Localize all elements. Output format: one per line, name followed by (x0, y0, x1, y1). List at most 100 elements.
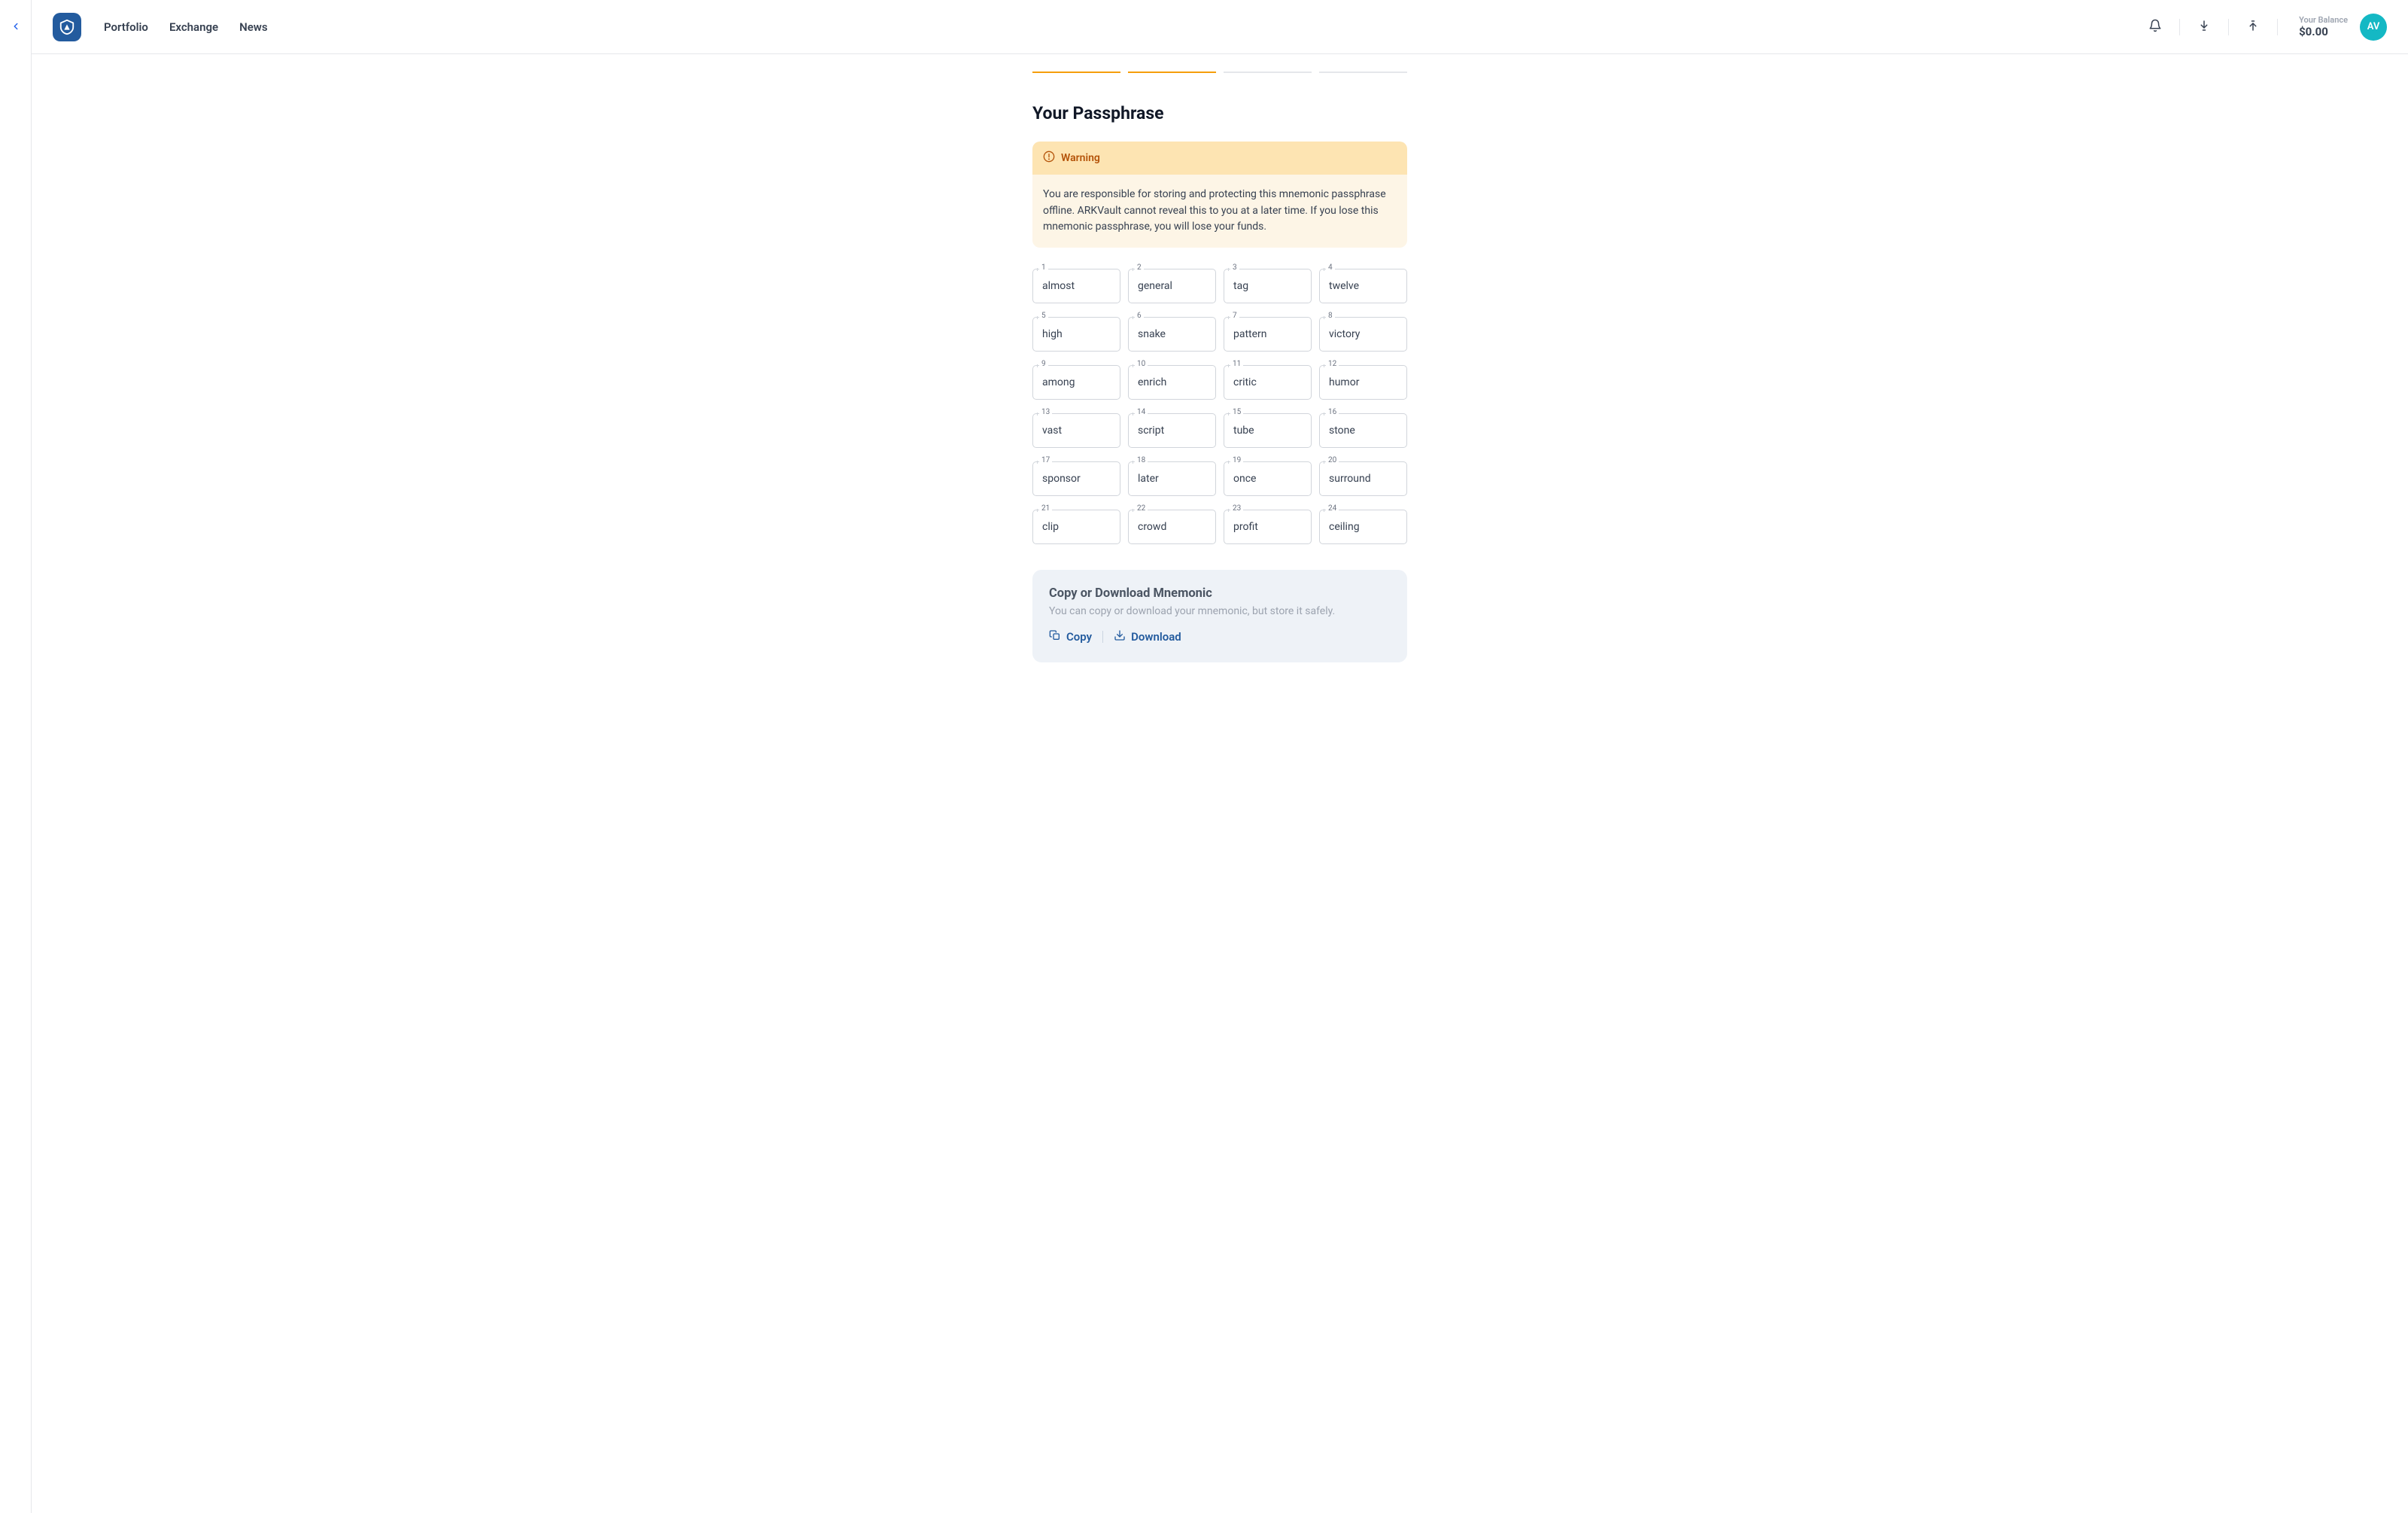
mnemonic-word-index: 20 (1326, 456, 1339, 464)
mnemonic-word-value: once (1224, 461, 1312, 496)
mnemonic-word-value: pattern (1224, 317, 1312, 352)
warning-box: Warning You are responsible for storing … (1032, 142, 1407, 248)
mnemonic-word-index: 16 (1326, 408, 1339, 416)
mnemonic-word-index: 14 (1135, 408, 1148, 416)
step-segment (1128, 72, 1216, 73)
send-button[interactable] (2239, 19, 2267, 35)
warning-label: Warning (1061, 152, 1100, 164)
copy-icon (1049, 629, 1061, 644)
arrow-down-icon (2197, 19, 2211, 35)
mnemonic-word: 3tag (1224, 269, 1312, 303)
mnemonic-word-value: twelve (1319, 269, 1407, 303)
mnemonic-word: 20surround (1319, 461, 1407, 496)
back-strip[interactable] (0, 0, 32, 1513)
mnemonic-word-value: victory (1319, 317, 1407, 352)
balance-label: Your Balance (2299, 15, 2348, 25)
mnemonic-word-value: script (1128, 413, 1216, 448)
mnemonic-word: 14script (1128, 413, 1216, 448)
header-right: Your Balance $0.00 AV (2142, 14, 2387, 41)
chevron-left-icon (11, 21, 21, 35)
mnemonic-word-index: 1 (1039, 263, 1048, 272)
bell-icon (2148, 19, 2162, 35)
mnemonic-word-index: 3 (1230, 263, 1239, 272)
mnemonic-word-index: 19 (1230, 456, 1243, 464)
content: Your Passphrase Warning You are responsi… (32, 0, 2408, 662)
mnemonic-word-value: high (1032, 317, 1120, 352)
mnemonic-word-value: tag (1224, 269, 1312, 303)
mnemonic-word: 9among (1032, 365, 1120, 400)
mnemonic-word-value: general (1128, 269, 1216, 303)
mnemonic-word: 10enrich (1128, 365, 1216, 400)
mnemonic-word-value: critic (1224, 365, 1312, 400)
copy-button[interactable]: Copy (1049, 629, 1092, 644)
mnemonic-word-value: enrich (1128, 365, 1216, 400)
mnemonic-word-index: 23 (1230, 504, 1243, 513)
mnemonic-word-index: 10 (1135, 360, 1148, 368)
mnemonic-word-index: 21 (1039, 504, 1052, 513)
app-logo[interactable] (53, 13, 81, 41)
mnemonic-word-value: humor (1319, 365, 1407, 400)
mnemonic-word: 15tube (1224, 413, 1312, 448)
mnemonic-word-value: vast (1032, 413, 1120, 448)
mnemonic-word-index: 9 (1039, 360, 1048, 368)
mnemonic-word: 18later (1128, 461, 1216, 496)
mnemonic-word-value: ceiling (1319, 510, 1407, 544)
mnemonic-word-value: almost (1032, 269, 1120, 303)
mnemonic-word: 5high (1032, 317, 1120, 352)
mnemonic-grid: 1almost2general3tag4twelve5high6snake7pa… (1032, 269, 1407, 544)
mnemonic-word-index: 24 (1326, 504, 1339, 513)
mnemonic-word: 12humor (1319, 365, 1407, 400)
warning-icon (1043, 151, 1055, 166)
nav-news[interactable]: News (239, 20, 267, 34)
mnemonic-word: 23profit (1224, 510, 1312, 544)
mnemonic-word-index: 17 (1039, 456, 1052, 464)
copy-download-title: Copy or Download Mnemonic (1049, 586, 1391, 601)
header-divider (2179, 19, 2180, 35)
mnemonic-word-index: 4 (1326, 263, 1335, 272)
header-divider (2228, 19, 2229, 35)
copy-label: Copy (1066, 630, 1092, 644)
mnemonic-word-index: 18 (1135, 456, 1148, 464)
nav-portfolio[interactable]: Portfolio (104, 20, 148, 34)
receive-button[interactable] (2191, 19, 2218, 35)
mnemonic-word-value: sponsor (1032, 461, 1120, 496)
mnemonic-word: 22crowd (1128, 510, 1216, 544)
step-segment (1224, 72, 1312, 73)
mnemonic-word-index: 12 (1326, 360, 1339, 368)
header: Portfolio Exchange News Your Balance $0.… (32, 0, 2408, 54)
mnemonic-word: 11critic (1224, 365, 1312, 400)
download-icon (1114, 629, 1126, 644)
mnemonic-word-index: 13 (1039, 408, 1052, 416)
mnemonic-word-index: 22 (1135, 504, 1148, 513)
download-button[interactable]: Download (1114, 629, 1181, 644)
mnemonic-word: 1almost (1032, 269, 1120, 303)
avatar[interactable]: AV (2360, 14, 2387, 41)
warning-body: You are responsible for storing and prot… (1032, 175, 1407, 248)
mnemonic-word-value: surround (1319, 461, 1407, 496)
mnemonic-word: 2general (1128, 269, 1216, 303)
balance-block: Your Balance $0.00 (2299, 15, 2348, 38)
mnemonic-word-index: 2 (1135, 263, 1144, 272)
copy-download-box: Copy or Download Mnemonic You can copy o… (1032, 570, 1407, 662)
mnemonic-word-value: tube (1224, 413, 1312, 448)
mnemonic-word-value: snake (1128, 317, 1216, 352)
panel: Your Passphrase Warning You are responsi… (1032, 72, 1407, 662)
mnemonic-word-value: crowd (1128, 510, 1216, 544)
mnemonic-word: 19once (1224, 461, 1312, 496)
mnemonic-word-index: 11 (1230, 360, 1243, 368)
mnemonic-word: 24ceiling (1319, 510, 1407, 544)
mnemonic-word-index: 6 (1135, 312, 1144, 320)
page-title: Your Passphrase (1032, 103, 1407, 123)
mnemonic-word: 6snake (1128, 317, 1216, 352)
warning-header: Warning (1032, 142, 1407, 175)
mnemonic-word-value: profit (1224, 510, 1312, 544)
nav-exchange[interactable]: Exchange (169, 20, 218, 34)
mnemonic-word: 8victory (1319, 317, 1407, 352)
mnemonic-word: 17sponsor (1032, 461, 1120, 496)
header-divider (2277, 19, 2278, 35)
notifications-button[interactable] (2142, 19, 2169, 35)
mnemonic-word: 21clip (1032, 510, 1120, 544)
mnemonic-word-value: later (1128, 461, 1216, 496)
mnemonic-word: 4twelve (1319, 269, 1407, 303)
mnemonic-word-index: 5 (1039, 312, 1048, 320)
